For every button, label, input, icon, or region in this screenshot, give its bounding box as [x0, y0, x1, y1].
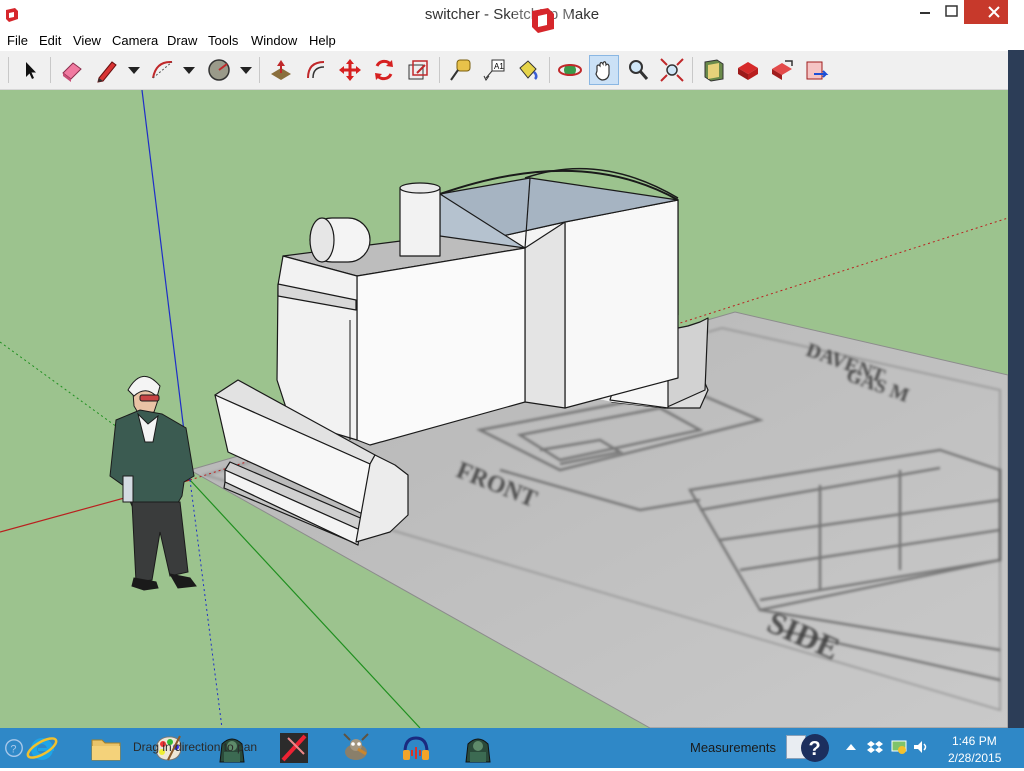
taskbar-sketchup-tool-app[interactable] [274, 730, 314, 766]
menu-window[interactable]: Window [251, 33, 297, 48]
tray-dropbox[interactable] [866, 738, 884, 756]
tape-measure-icon [450, 59, 471, 81]
select-tool[interactable] [16, 56, 44, 84]
orbit-icon [558, 64, 582, 76]
network-icon [891, 740, 907, 754]
headphones-icon [403, 736, 429, 760]
zoom-extents-tool[interactable] [658, 56, 686, 84]
push-pull-icon [271, 60, 291, 80]
menu-tools[interactable]: Tools [208, 33, 238, 48]
arrow-cursor-icon [26, 62, 36, 79]
move-arrows-icon [339, 59, 361, 81]
menu-help[interactable]: Help [309, 33, 336, 48]
shapes-dropdown-icon[interactable] [240, 67, 252, 74]
text-tool[interactable]: A1 [480, 56, 508, 84]
menu-file[interactable]: File [7, 33, 28, 48]
rotate-tool[interactable] [370, 56, 398, 84]
chevron-up-icon [846, 744, 856, 750]
share-model-icon [772, 60, 793, 80]
maximize-button[interactable] [940, 0, 964, 24]
arc-icon [152, 60, 173, 79]
clock-time[interactable]: 1:46 PM [952, 734, 997, 748]
menu-draw[interactable]: Draw [167, 33, 197, 48]
pencil-tool[interactable] [93, 56, 121, 84]
menu-view[interactable]: View [73, 33, 101, 48]
status-bar-hint: Drag in direction to pan [133, 740, 258, 754]
scale-icon [408, 60, 428, 80]
start-button[interactable]: ? [3, 736, 25, 760]
svg-text:?: ? [809, 738, 821, 760]
extension-warehouse-icon [738, 62, 758, 80]
scale-tool[interactable] [404, 56, 432, 84]
clock-date[interactable]: 2/28/2015 [948, 751, 1001, 765]
menu-bar: File Edit View Camera Draw Tools Window … [0, 31, 1024, 50]
eraser-icon [62, 62, 82, 82]
layout-tool[interactable] [802, 56, 830, 84]
folder-icon [91, 739, 121, 761]
taskbar-file-explorer[interactable] [86, 730, 126, 766]
red-compass-icon [280, 733, 308, 763]
taskbar-gimp-app-2[interactable] [458, 730, 498, 766]
start-help-icon: ? [5, 739, 23, 757]
rotate-icon [375, 59, 393, 81]
pan-tool[interactable] [589, 55, 619, 85]
tray-overflow-button[interactable] [844, 738, 858, 756]
help-button[interactable]: ? [796, 731, 834, 765]
taskbar-gimp-wilber[interactable] [336, 730, 376, 766]
dropbox-icon [867, 741, 883, 753]
circle-shape-icon [208, 59, 230, 81]
minimize-button[interactable] [910, 0, 940, 24]
pencil-dropdown-icon[interactable] [128, 67, 140, 74]
warehouse-tool[interactable] [700, 56, 728, 84]
svg-text:?: ? [10, 744, 16, 756]
orbit-tool[interactable] [556, 56, 584, 84]
green-machine-icon-2 [465, 738, 491, 763]
pencil-icon [97, 61, 117, 83]
menu-edit[interactable]: Edit [39, 33, 61, 48]
hand-pan-icon [595, 61, 610, 81]
model-scene[interactable]: FRONT SIDE DAVENT GAS M [0, 90, 1008, 728]
internet-explorer-icon [26, 737, 58, 760]
push-pull-tool[interactable] [267, 56, 295, 84]
gimp-wilber-icon [343, 733, 369, 760]
desktop-edge [1008, 0, 1024, 728]
offset-icon [307, 61, 325, 79]
help-question-icon: ? [801, 734, 829, 762]
taskbar-internet-explorer[interactable] [24, 730, 60, 766]
zoom-tool[interactable] [624, 56, 652, 84]
maximize-icon [945, 5, 958, 17]
taskbar-audacity[interactable] [396, 730, 436, 766]
window-title: switcher - SketchUp Make [424, 6, 600, 23]
shapes-tool[interactable] [205, 56, 233, 84]
arc-tool[interactable] [148, 56, 176, 84]
share-model-tool[interactable] [768, 56, 796, 84]
minimize-icon [920, 12, 930, 14]
zoom-extents-icon [660, 58, 684, 82]
menu-camera[interactable]: Camera [112, 33, 158, 48]
taskbar-sketchup-make[interactable] [513, 1, 571, 39]
extension-warehouse-tool[interactable] [734, 56, 762, 84]
send-to-layout-icon [806, 61, 829, 80]
desktop-edge-top [1008, 0, 1024, 50]
paint-bucket-tool[interactable] [514, 56, 542, 84]
title-bar[interactable]: switcher - SketchUp Make [0, 0, 1024, 31]
sketchup-taskbar-icon [532, 8, 554, 33]
toolbar: A1 [0, 51, 1008, 90]
offset-tool[interactable] [302, 56, 330, 84]
model-viewport[interactable]: FRONT SIDE DAVENT GAS M [0, 90, 1008, 728]
speaker-icon [914, 741, 927, 753]
measurements-label: Measurements [690, 740, 776, 755]
tape-measure-tool[interactable] [446, 56, 474, 84]
tray-network[interactable] [890, 738, 908, 756]
paint-bucket-icon [519, 60, 538, 80]
move-tool[interactable] [336, 56, 364, 84]
tray-volume[interactable] [912, 738, 930, 756]
3d-warehouse-icon [704, 59, 724, 82]
arc-dropdown-icon[interactable] [183, 67, 195, 74]
eraser-tool[interactable] [58, 56, 86, 84]
svg-text:A1: A1 [494, 62, 504, 71]
magnifier-icon [629, 60, 649, 80]
text-label-icon: A1 [483, 59, 505, 81]
